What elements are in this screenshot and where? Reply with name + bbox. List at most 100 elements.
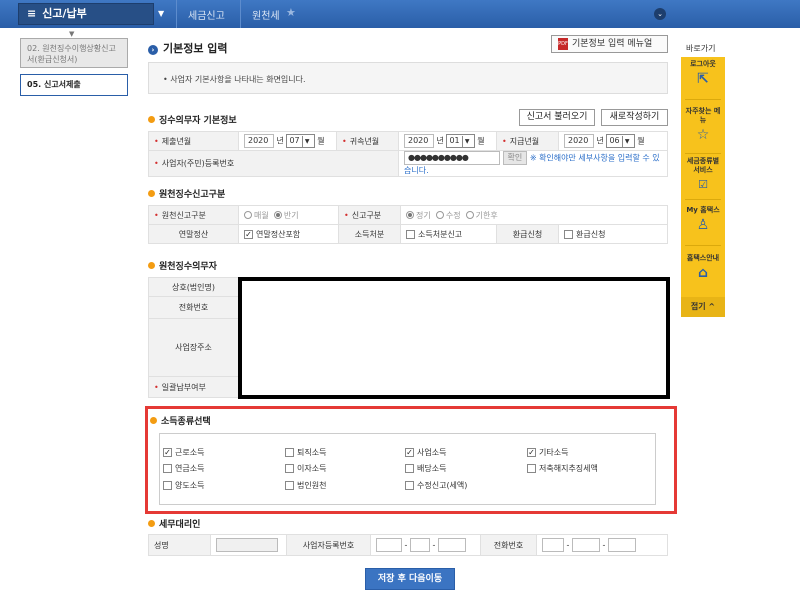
income-checkbox[interactable]: ✓ — [527, 448, 536, 457]
tax-agent-phone-input-1[interactable] — [542, 538, 564, 552]
expand-chevron-icon[interactable]: ⌄ — [654, 8, 666, 20]
quick-guide[interactable]: 홈택스안내 ⌂ — [681, 254, 725, 281]
menu-caret-icon[interactable]: ▼ — [158, 9, 164, 18]
report-type-label: • 원천신고구분 — [148, 205, 239, 225]
disposal-label: 소득처분 — [338, 224, 401, 244]
home-icon: ⌂ — [697, 265, 709, 281]
pdf-icon: PDF — [558, 38, 568, 50]
hamburger-icon: ≡ — [27, 7, 37, 20]
refund-checkbox[interactable] — [564, 229, 573, 239]
manual-button-label: 기본정보 입력 메뉴얼 — [572, 39, 653, 49]
income-item[interactable]: 법인원천 — [285, 480, 326, 491]
income-checkbox[interactable]: ✓ — [405, 448, 414, 457]
tax-agent-bizno-input-3[interactable] — [437, 538, 466, 552]
quick-my-hometax[interactable]: My 홈택스 ♙ — [681, 206, 725, 233]
income-item[interactable]: ✓ 근로소득 — [163, 447, 204, 458]
breadcrumb-withholding-tax[interactable]: 원천세 — [252, 7, 280, 22]
belong-ym-label: • 귀속년월 — [336, 131, 399, 151]
chevron-down-icon: ▼ — [301, 136, 312, 148]
report-kind-label: • 신고구분 — [338, 205, 401, 225]
top-navigation-bar: ≡ 신고/납부 ▼ 세금신고 원천세 ★ ⌄ — [0, 0, 800, 28]
section-withholder-title: 징수의무자 기본정보 — [148, 113, 237, 126]
income-item[interactable]: 이자소득 — [285, 463, 326, 474]
yearend-checkbox[interactable]: ✓ — [244, 229, 253, 239]
tax-agent-phone-cell: - - — [536, 534, 668, 556]
income-checkbox[interactable]: ✓ — [163, 448, 172, 457]
income-checkbox[interactable] — [163, 481, 172, 490]
quickbar-close-button[interactable]: 접기 ^ — [681, 297, 725, 317]
quick-tax-service[interactable]: 세금종류별 서비스 ☑ — [681, 157, 725, 193]
income-item[interactable]: 배당소득 — [405, 463, 446, 474]
breadcrumb-separator — [240, 0, 241, 28]
tax-agent-bizno-input-1[interactable] — [376, 538, 402, 552]
redacted-block — [238, 277, 670, 399]
income-item[interactable]: 수정신고(세액) — [405, 480, 467, 491]
description-box: • 사업자 기본사항을 나타내는 화면입니다. — [148, 62, 668, 94]
radio-half-year[interactable] — [273, 211, 282, 219]
yearend-label: 연말정산 — [148, 224, 239, 244]
income-item[interactable]: ✓ 사업소득 — [405, 447, 446, 458]
favorite-star-icon[interactable]: ★ — [286, 6, 296, 19]
tax-agent-bizno-cell: - - — [370, 534, 481, 556]
breadcrumb-tax-report[interactable]: 세금신고 — [188, 7, 225, 22]
tax-agent-name-cell — [210, 534, 287, 556]
income-checkbox[interactable] — [405, 481, 414, 490]
chevron-up-icon: ^ — [705, 302, 716, 311]
bizno-cell: ●●●●●●●●●● 확인 ※ 확인해야만 세부사항을 입력할 수 있습니다. — [398, 150, 668, 177]
income-checkbox[interactable] — [285, 448, 294, 457]
income-checkbox[interactable] — [163, 464, 172, 473]
belong-month-select[interactable]: 01 ▼ — [446, 134, 475, 148]
refund-cell: 환급신청 — [558, 224, 668, 244]
breadcrumb-separator — [176, 0, 177, 28]
income-checkbox[interactable] — [285, 464, 294, 473]
radio-regular[interactable] — [406, 211, 414, 219]
bizno-input[interactable]: ●●●●●●●●●● — [404, 151, 500, 165]
tax-agent-phone-input-3[interactable] — [607, 538, 636, 552]
agent-phone-label: 전화번호 — [148, 296, 239, 319]
save-next-button[interactable]: 저장 후 다음이동 — [365, 568, 455, 590]
pay-year-input[interactable]: 2020 — [564, 134, 594, 148]
income-checkbox[interactable] — [405, 464, 414, 473]
step-withholding-report[interactable]: 02. 원천징수이행상황신고서(환급신청서) — [20, 38, 128, 68]
agent-address-label: 사업장주소 — [148, 318, 239, 377]
radio-late[interactable] — [465, 211, 474, 219]
agent-name-label: 상호(법인명) — [148, 277, 239, 297]
pay-month-select[interactable]: 06 ▼ — [606, 134, 635, 148]
income-item[interactable]: 양도소득 — [163, 480, 204, 491]
refund-label: 환급신청 — [496, 224, 559, 244]
tax-agent-name-label: 성명 — [148, 534, 211, 556]
chevron-down-icon: ▼ — [621, 136, 632, 148]
income-item[interactable]: 퇴직소득 — [285, 447, 326, 458]
submit-ym-label: • 제출년월 — [148, 131, 239, 151]
tax-agent-name-input[interactable] — [216, 538, 278, 552]
income-checkbox[interactable] — [527, 464, 536, 473]
confirm-button[interactable]: 확인 — [502, 151, 528, 165]
page-title: › 기본정보 입력 — [148, 40, 228, 56]
income-item[interactable]: 저축해지추징세액 — [527, 463, 598, 474]
income-item[interactable]: 연금소득 — [163, 463, 204, 474]
income-checkbox[interactable] — [285, 481, 294, 490]
main-menu-button[interactable]: ≡ 신고/납부 — [18, 3, 154, 25]
section-agent-title: 원천징수의무자 — [148, 259, 217, 272]
step-submit-report[interactable]: 05. 신고서제출 — [20, 74, 128, 96]
quick-logout[interactable]: 로그아웃 ⇱ — [681, 60, 725, 87]
submit-year-input[interactable]: 2020 — [244, 134, 274, 148]
bullet-icon — [148, 116, 155, 123]
belong-year-input[interactable]: 2020 — [404, 134, 434, 148]
checkbox-icon: ☑ — [698, 178, 708, 191]
submit-month-select[interactable]: 07 ▼ — [286, 134, 315, 148]
radio-amend[interactable] — [435, 211, 444, 219]
page-title-text: 기본정보 입력 — [163, 42, 228, 55]
radio-monthly[interactable] — [244, 211, 252, 219]
manual-button[interactable]: PDF 기본정보 입력 메뉴얼 — [551, 35, 668, 53]
load-report-button[interactable]: 신고서 불러오기 — [519, 109, 595, 126]
step-arrow-icon: ▼ — [69, 30, 75, 38]
tax-agent-bizno-input-2[interactable] — [409, 538, 430, 552]
quickbar-title: 바로가기 — [686, 44, 716, 53]
new-report-button[interactable]: 새로작성하기 — [601, 109, 668, 126]
income-item[interactable]: ✓ 기타소득 — [527, 447, 568, 458]
tax-agent-phone-input-2[interactable] — [571, 538, 600, 552]
disposal-checkbox[interactable] — [406, 229, 415, 239]
bullet-icon — [148, 190, 155, 197]
quick-faq[interactable]: 자주찾는 메뉴 ☆ — [681, 107, 725, 143]
